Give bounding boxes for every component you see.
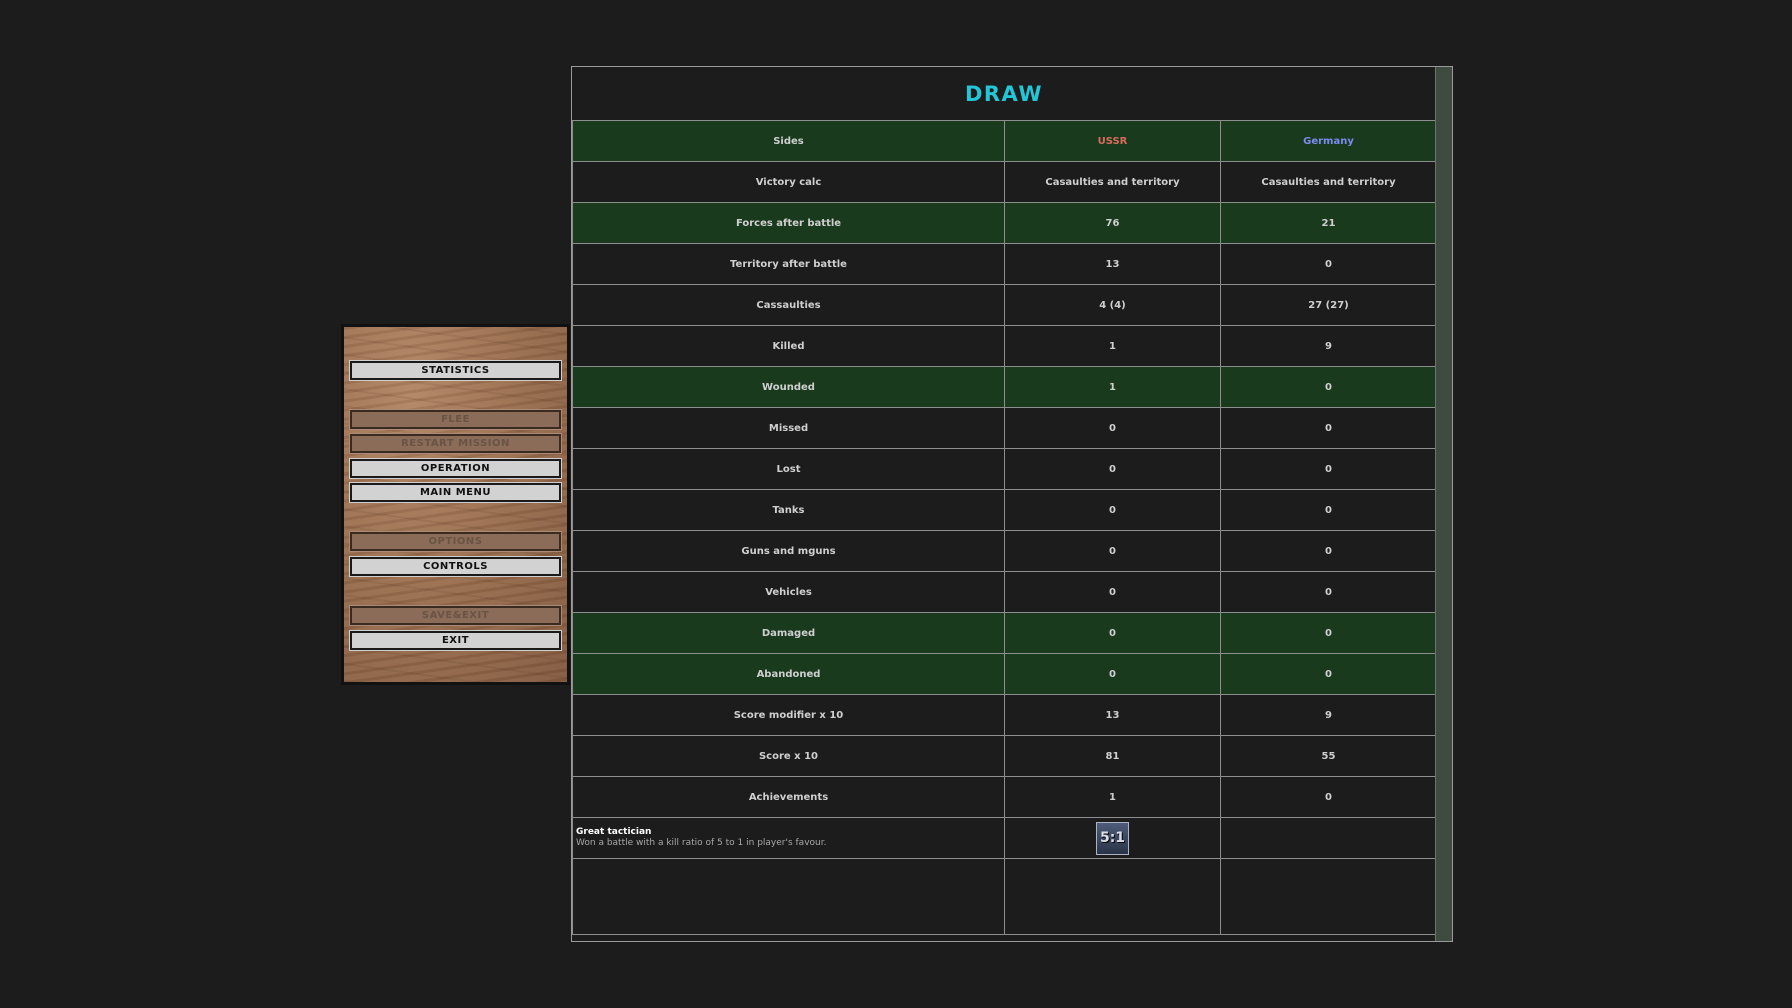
germany-value: 0 [1220, 366, 1437, 408]
options-button: OPTIONS [349, 531, 562, 552]
empty-cell [1220, 858, 1437, 935]
ussr-value: 0 [1004, 448, 1221, 490]
main-menu-button[interactable]: MAIN MENU [349, 482, 562, 503]
table-row: Cassaulties 4 (4) 27 (27) [572, 284, 1437, 326]
germany-side-header: Germany [1220, 120, 1437, 162]
ussr-value: 0 [1004, 612, 1221, 654]
row-label: Vehicles [572, 571, 1005, 613]
germany-value: 0 [1220, 243, 1437, 285]
battle-statistics-window: DRAW Sides USSR Germany Victory calc Cas… [571, 66, 1453, 942]
ussr-value: 4 (4) [1004, 284, 1221, 326]
achievement-badge-icon[interactable]: 5:1 [1096, 821, 1129, 855]
empty-cell [572, 858, 1005, 935]
table-row: Vehicles 0 0 [572, 571, 1437, 613]
achievement-title: Great tactician [576, 827, 652, 837]
table-header-row: Sides USSR Germany [572, 120, 1437, 162]
ussr-value: 1 [1004, 776, 1221, 818]
ussr-value: 0 [1004, 407, 1221, 449]
table-row: Score x 10 81 55 [572, 735, 1437, 777]
row-label: Guns and mguns [572, 530, 1005, 572]
row-label: Wounded [572, 366, 1005, 408]
save-exit-button: SAVE&EXIT [349, 605, 562, 626]
table-row: Lost 0 0 [572, 448, 1437, 490]
table-row: Killed 1 9 [572, 325, 1437, 367]
table-row: Damaged 0 0 [572, 612, 1437, 654]
table-row: Score modifier x 10 13 9 [572, 694, 1437, 736]
ussr-value: 1 [1004, 325, 1221, 367]
row-label: Damaged [572, 612, 1005, 654]
row-label: Forces after battle [572, 202, 1005, 244]
ussr-value: 0 [1004, 653, 1221, 695]
table-row: Abandoned 0 0 [572, 653, 1437, 695]
empty-row [572, 858, 1437, 935]
row-label: Tanks [572, 489, 1005, 531]
germany-value: Casaulties and territory [1220, 161, 1437, 203]
statistics-button[interactable]: STATISTICS [349, 360, 562, 381]
vertical-scrollbar[interactable] [1435, 67, 1452, 941]
ussr-value: 81 [1004, 735, 1221, 777]
ussr-value: 0 [1004, 571, 1221, 613]
germany-value: 27 (27) [1220, 284, 1437, 326]
germany-value: 0 [1220, 530, 1437, 572]
operation-button[interactable]: OPERATION [349, 458, 562, 479]
achievement-info: Great tactician Won a battle with a kill… [572, 817, 1005, 859]
pause-menu-panel: STATISTICS FLEE RESTART MISSION OPERATIO… [341, 324, 570, 685]
germany-value: 0 [1220, 653, 1437, 695]
row-label: Killed [572, 325, 1005, 367]
germany-value: 0 [1220, 448, 1437, 490]
germany-value: 9 [1220, 694, 1437, 736]
ussr-value: 13 [1004, 694, 1221, 736]
row-label: Cassaulties [572, 284, 1005, 326]
germany-value: 0 [1220, 571, 1437, 613]
table-row: Territory after battle 13 0 [572, 243, 1437, 285]
germany-achievement-cell [1220, 817, 1437, 859]
row-label: Score modifier x 10 [572, 694, 1005, 736]
controls-button[interactable]: CONTROLS [349, 556, 562, 577]
ussr-value: 1 [1004, 366, 1221, 408]
restart-mission-button: RESTART MISSION [349, 433, 562, 454]
germany-value: 55 [1220, 735, 1437, 777]
empty-cell [1004, 858, 1221, 935]
achievement-description: Won a battle with a kill ratio of 5 to 1… [576, 838, 827, 848]
row-label: Achievements [572, 776, 1005, 818]
germany-value: 0 [1220, 407, 1437, 449]
exit-button[interactable]: EXIT [349, 630, 562, 651]
sides-label: Sides [572, 120, 1005, 162]
table-row: Missed 0 0 [572, 407, 1437, 449]
row-label: Territory after battle [572, 243, 1005, 285]
germany-value: 0 [1220, 489, 1437, 531]
table-row: Forces after battle 76 21 [572, 202, 1437, 244]
table-row: Tanks 0 0 [572, 489, 1437, 531]
ussr-value: 13 [1004, 243, 1221, 285]
table-row: Wounded 1 0 [572, 366, 1437, 408]
ussr-value: Casaulties and territory [1004, 161, 1221, 203]
row-label: Lost [572, 448, 1005, 490]
flee-button: FLEE [349, 409, 562, 430]
ussr-value: 76 [1004, 202, 1221, 244]
ussr-value: 0 [1004, 489, 1221, 531]
row-label: Victory calc [572, 161, 1005, 203]
germany-value: 0 [1220, 612, 1437, 654]
row-label: Missed [572, 407, 1005, 449]
germany-value: 9 [1220, 325, 1437, 367]
table-row: Guns and mguns 0 0 [572, 530, 1437, 572]
germany-value: 21 [1220, 202, 1437, 244]
germany-value: 0 [1220, 776, 1437, 818]
ussr-achievement-cell: 5:1 [1004, 817, 1221, 859]
ussr-value: 0 [1004, 530, 1221, 572]
table-row: Achievements 1 0 [572, 776, 1437, 818]
achievement-row: Great tactician Won a battle with a kill… [572, 817, 1437, 859]
row-label: Abandoned [572, 653, 1005, 695]
row-label: Score x 10 [572, 735, 1005, 777]
table-row: Victory calc Casaulties and territory Ca… [572, 161, 1437, 203]
battle-result-title: DRAW [964, 81, 1044, 106]
statistics-table: Sides USSR Germany Victory calc Casaulti… [572, 120, 1437, 935]
ussr-side-header: USSR [1004, 120, 1221, 162]
